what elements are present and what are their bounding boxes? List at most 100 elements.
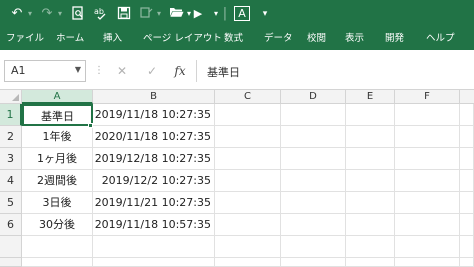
cell-e6[interactable] [346,214,395,236]
cell-b3[interactable]: 2019/12/18 10:27:35 [93,148,215,170]
tab-data[interactable]: データ [264,32,293,46]
cell-c4[interactable] [215,170,281,192]
font-box-icon[interactable]: A [234,6,250,21]
cell-b6[interactable]: 2019/11/18 10:57:35 [93,214,215,236]
cell-a6[interactable]: 30分後 [22,214,93,236]
row-header-2[interactable]: 2 [0,126,22,148]
cell-f8[interactable] [395,258,460,267]
cell-a7[interactable] [22,236,93,258]
cell-e2[interactable] [346,126,395,148]
enter-icon[interactable]: ✓ [144,62,160,80]
cell-g7[interactable] [460,236,474,258]
column-header-c[interactable]: C [215,90,281,104]
open-folder-icon[interactable] [168,6,184,22]
cell-g6[interactable] [460,214,474,236]
tab-help[interactable]: ヘルプ [426,32,455,46]
cell-b5[interactable]: 2019/11/21 10:27:35 [93,192,215,214]
cell-a5[interactable]: 3日後 [22,192,93,214]
column-header-e[interactable]: E [346,90,395,104]
cell-g5[interactable] [460,192,474,214]
cell-f2[interactable] [395,126,460,148]
cell-e4[interactable] [346,170,395,192]
column-header-f[interactable]: F [395,90,460,104]
row-header-7[interactable] [0,236,22,258]
tab-formulas[interactable]: 数式 [224,32,243,46]
cell-d2[interactable] [281,126,346,148]
row-header-3[interactable]: 3 [0,148,22,170]
formula-input[interactable]: 基準日 [196,60,474,82]
cell-d8[interactable] [281,258,346,267]
tab-insert[interactable]: 挿入 [103,32,122,46]
tab-review[interactable]: 校閲 [307,32,326,46]
cell-a8[interactable] [22,258,93,267]
cell-g2[interactable] [460,126,474,148]
cell-g3[interactable] [460,148,474,170]
cell-c6[interactable] [215,214,281,236]
undo-dropdown-icon[interactable]: ▾ [26,6,34,22]
cell-d6[interactable] [281,214,346,236]
print-preview-icon[interactable] [70,6,86,22]
row-header-6[interactable]: 6 [0,214,22,236]
cell-b7[interactable] [93,236,215,258]
row-header-8[interactable] [0,258,22,267]
cell-f5[interactable] [395,192,460,214]
cell-e5[interactable] [346,192,395,214]
cell-d3[interactable] [281,148,346,170]
cell-b8[interactable] [93,258,215,267]
column-header-d[interactable]: D [281,90,346,104]
column-header-overflow[interactable] [460,90,474,104]
cell-d1[interactable] [281,104,346,126]
cell-d5[interactable] [281,192,346,214]
cell-c3[interactable] [215,148,281,170]
cell-e7[interactable] [346,236,395,258]
row-header-5[interactable]: 5 [0,192,22,214]
redo-dropdown-icon[interactable]: ▾ [56,6,64,22]
cell-a3[interactable]: 1ヶ月後 [22,148,93,170]
cell-e3[interactable] [346,148,395,170]
cell-f6[interactable] [395,214,460,236]
cell-f3[interactable] [395,148,460,170]
cell-c7[interactable] [215,236,281,258]
column-header-b[interactable]: B [93,90,215,104]
insert-function-icon[interactable]: fx [172,62,188,80]
cancel-icon[interactable]: ✕ [114,62,130,80]
select-all-button[interactable] [0,90,22,104]
formula-bar-grip-icon[interactable]: ⋮ [94,62,104,80]
name-box-dropdown-icon[interactable]: ▼ [75,65,81,74]
redo-icon[interactable]: ↷ [40,6,54,22]
cell-e8[interactable] [346,258,395,267]
cell-d4[interactable] [281,170,346,192]
cell-g1[interactable] [460,104,474,126]
cell-a1[interactable]: 基準日 [22,104,93,126]
play-icon[interactable]: ▶ [192,6,204,22]
format-dropdown-icon[interactable]: ▾ [155,6,163,22]
cell-c5[interactable] [215,192,281,214]
row-header-4[interactable]: 4 [0,170,22,192]
save-icon[interactable] [116,6,132,22]
name-box[interactable]: A1 ▼ [4,60,86,82]
cell-e1[interactable] [346,104,395,126]
tab-home[interactable]: ホーム [56,32,84,46]
cell-c2[interactable] [215,126,281,148]
cell-a4[interactable]: 2週間後 [22,170,93,192]
column-header-a[interactable]: A [22,90,93,104]
cell-b1[interactable]: 2019/11/18 10:27:35 [93,104,215,126]
cell-g8[interactable] [460,258,474,267]
format-painter-icon[interactable] [138,6,154,22]
spell-check-icon[interactable]: ab [93,6,109,22]
cell-b2[interactable]: 2020/11/18 10:27:35 [93,126,215,148]
cell-d7[interactable] [281,236,346,258]
tab-page-layout[interactable]: ページ レイアウト [143,32,222,46]
cell-f7[interactable] [395,236,460,258]
undo-icon[interactable]: ↶ [10,6,24,22]
cell-f1[interactable] [395,104,460,126]
tab-view[interactable]: 表示 [345,32,364,46]
cell-c8[interactable] [215,258,281,267]
cell-c1[interactable] [215,104,281,126]
cell-a2[interactable]: 1年後 [22,126,93,148]
tab-file[interactable]: ファイル [6,32,44,46]
run-dropdown-icon[interactable]: ▾ [212,6,220,22]
cell-b4[interactable]: 2019/12/2 10:27:35 [93,170,215,192]
tab-developer[interactable]: 開発 [385,32,404,46]
cell-g4[interactable] [460,170,474,192]
